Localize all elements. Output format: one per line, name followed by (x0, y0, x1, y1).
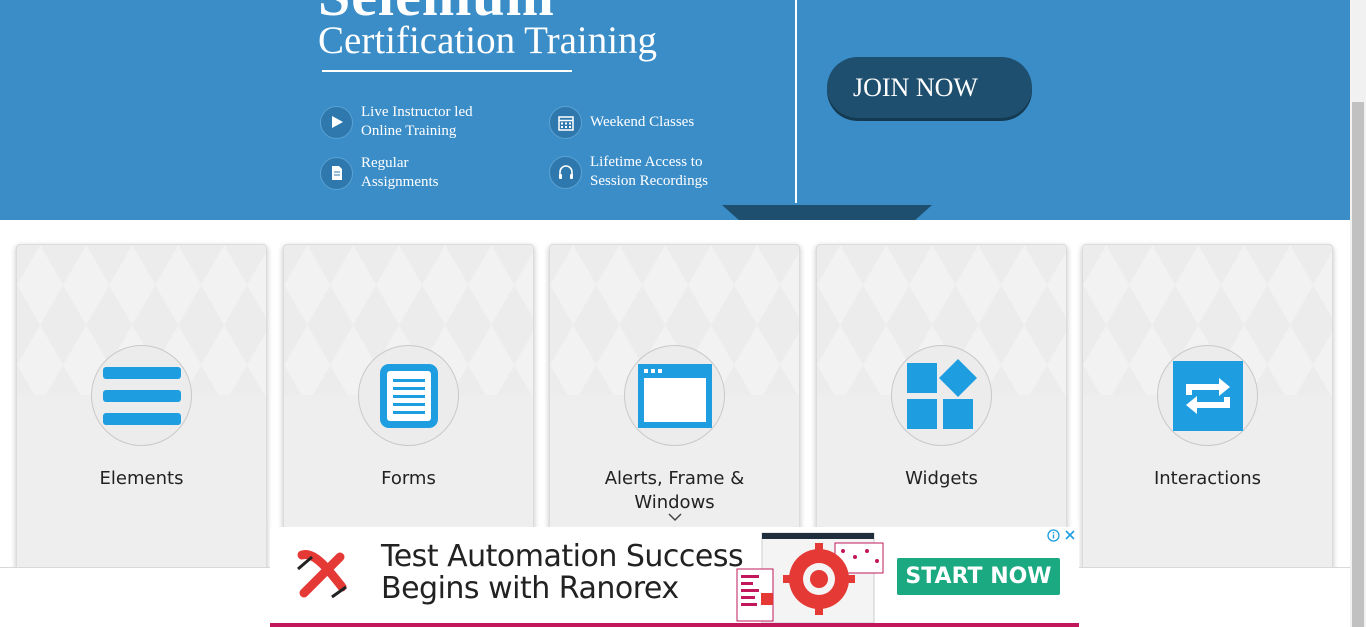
calendar-icon (549, 106, 582, 139)
card-label: Widgets (905, 468, 978, 489)
feature-text-line: Weekend Classes (590, 114, 695, 130)
hamburger-list-icon (102, 366, 181, 425)
ad-headline-line-2: Begins with Ranorex (381, 571, 679, 606)
chevron-down-icon (668, 513, 682, 522)
join-now-button[interactable]: JOIN NOW (827, 57, 1032, 118)
banner-divider (795, 0, 797, 203)
feature-text-line: Session Recordings (590, 173, 708, 189)
play-icon (320, 105, 353, 139)
feature-text-line: Online Training (361, 123, 457, 139)
feature-lifetime-access: Lifetime Access to Session Recordings (549, 153, 730, 191)
page-scrollbar[interactable] (1350, 0, 1366, 627)
title-underline (322, 70, 572, 72)
headphones-icon (549, 155, 582, 189)
hero-banner: Selenium Certification Training Live Ins… (0, 0, 1350, 220)
banner-title: Certification Training (318, 19, 658, 62)
scrollbar-thumb[interactable] (1352, 102, 1364, 627)
ad-start-now-button[interactable]: START NOW (897, 558, 1060, 595)
browser-window-icon (637, 363, 712, 428)
banner-tab-decoration (722, 205, 932, 220)
feature-assignments: Regular Assignments (320, 154, 501, 192)
widgets-blocks-icon (906, 358, 977, 429)
swap-arrows-icon (1172, 360, 1243, 431)
feature-live-training: Live Instructor led Online Training (320, 103, 501, 141)
card-label: Elements (99, 468, 184, 489)
card-icon-circle (91, 345, 192, 446)
ad-banner[interactable]: Test Automation Success Begins with Rano… (270, 527, 1079, 627)
feature-text-line: Live Instructor led (361, 104, 473, 120)
card-label: Interactions (1153, 468, 1262, 489)
form-document-icon (379, 363, 438, 428)
feature-text-line: Lifetime Access to (590, 154, 703, 170)
ad-choices-icon[interactable] (1046, 528, 1061, 542)
card-label: Alerts, Frame & Windows (604, 468, 745, 513)
card-icon-circle (891, 345, 992, 446)
card-icon-circle (624, 345, 725, 446)
card-label: Forms (381, 468, 436, 489)
card-elements[interactable]: Elements (16, 244, 267, 584)
close-icon[interactable] (1062, 528, 1077, 542)
feature-text-line: Assignments (361, 174, 439, 190)
ad-headline-line-1: Test Automation Success (381, 539, 744, 574)
document-icon (320, 156, 353, 190)
gear-dashboard-illustration (736, 532, 884, 623)
card-icon-circle (1157, 345, 1258, 446)
feature-text-line: Regular (361, 155, 409, 171)
feature-weekend-classes: Weekend Classes (549, 106, 730, 139)
card-icon-circle (358, 345, 459, 446)
ranorex-logo-icon (297, 550, 347, 599)
card-interactions[interactable]: Interactions (1082, 244, 1333, 584)
